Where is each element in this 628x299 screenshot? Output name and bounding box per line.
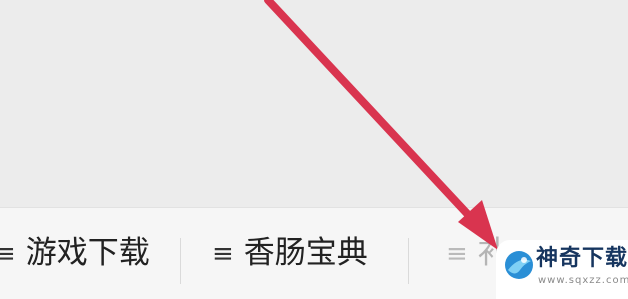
tab-label: 游戏下载	[25, 235, 150, 271]
sqxzz-logo-icon	[505, 251, 533, 279]
watermark-url: www.sqxzz.com	[538, 275, 628, 286]
tab-sausage-guide[interactable]: ≡ 香肠宝典	[212, 208, 368, 299]
tab-label: 香肠宝典	[243, 235, 368, 271]
menu-icon: ≡	[0, 238, 16, 269]
tab-game-download[interactable]: ≡ 游戏下载	[0, 208, 150, 299]
tab-divider	[408, 238, 409, 284]
content-area	[0, 0, 628, 207]
tab-divider	[180, 238, 181, 284]
menu-icon: ≡	[446, 238, 468, 269]
watermark: 神奇下载 www.sqxzz.com	[496, 240, 628, 299]
menu-icon: ≡	[212, 238, 234, 269]
watermark-title: 神奇下载	[536, 246, 628, 271]
